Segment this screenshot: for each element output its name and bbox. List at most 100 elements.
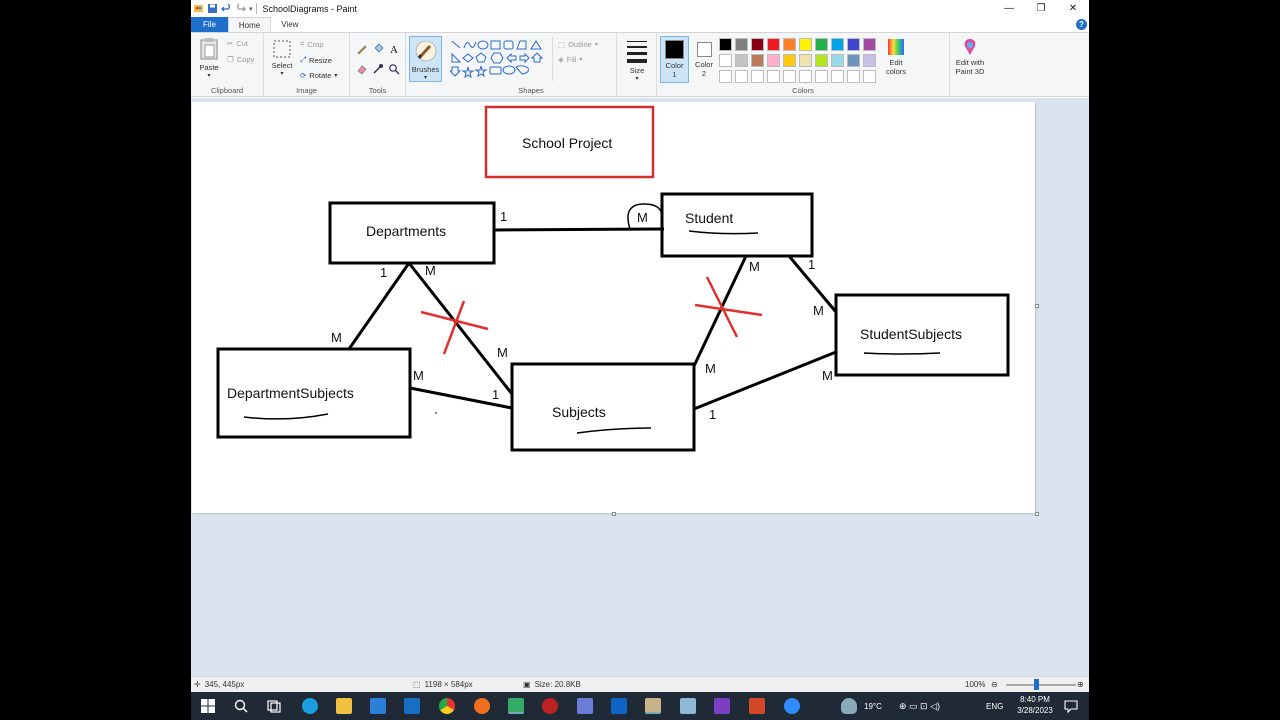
select-button[interactable]: Select ▾ [270,39,294,77]
color-swatch[interactable] [783,54,796,67]
weather-icon[interactable] [841,698,857,714]
custom-color-slot[interactable] [815,70,828,83]
size-chevron-icon[interactable]: ▾ [623,75,651,82]
tab-home[interactable]: Home [227,17,272,32]
canvas-workspace[interactable]: School Project Departments Student Depar… [191,98,1089,676]
resize-handle-corner[interactable] [1035,512,1039,516]
zoom-app-icon[interactable] [784,698,800,714]
color-swatch[interactable] [847,54,860,67]
tab-view[interactable]: View [271,17,308,32]
app-blue-icon[interactable] [577,698,593,714]
zoom-in-icon[interactable]: ⊕ [1077,680,1084,689]
edit-colors-button[interactable]: Edit colors [883,38,909,76]
custom-color-slot[interactable] [783,70,796,83]
firefox-icon[interactable] [474,698,490,714]
color-swatch[interactable] [863,38,876,51]
color-swatch[interactable] [767,38,780,51]
color-swatch[interactable] [719,54,732,67]
color-swatch[interactable] [719,38,732,51]
resize-handle-right[interactable] [1035,304,1039,308]
color-swatch[interactable] [751,38,764,51]
close-button[interactable]: ✕ [1057,0,1089,17]
task-view-icon[interactable] [266,698,282,714]
outlook-icon[interactable] [611,698,627,714]
tab-file[interactable]: File [191,17,228,32]
text-tool-icon[interactable]: A [388,43,400,55]
rotate-button[interactable]: ⟳ Rotate ▾ [300,71,337,80]
outline-button[interactable]: ⬚ Outline ▾ [558,40,598,49]
app-red-icon[interactable] [542,698,558,714]
resize-handle-bottom[interactable] [612,512,616,516]
custom-color-slot[interactable] [735,70,748,83]
paint-taskbar-icon[interactable] [645,698,661,714]
customize-qa-chevron-icon[interactable]: ▾ [249,5,253,13]
save-icon[interactable] [207,3,218,14]
paste-chevron-icon[interactable]: ▾ [197,72,221,79]
color-swatch[interactable] [735,38,748,51]
language-indicator[interactable]: ENG [986,702,1003,711]
notification-icon[interactable] [1063,698,1079,714]
drawing-canvas[interactable]: School Project Departments Student Depar… [192,102,1035,513]
color-swatch[interactable] [815,38,828,51]
custom-color-slot[interactable] [751,70,764,83]
visual-studio-icon[interactable] [714,698,730,714]
custom-color-slot[interactable] [831,70,844,83]
store-icon[interactable] [370,698,386,714]
edit-with-paint3d-button[interactable]: Edit with Paint 3D [951,38,989,76]
zoom-slider[interactable] [1006,684,1076,686]
color-swatch[interactable] [751,54,764,67]
maximize-button[interactable]: ❐ [1025,0,1057,17]
color-swatch[interactable] [863,54,876,67]
fill-bucket-icon[interactable] [372,43,384,55]
magnifier-icon[interactable] [388,63,400,75]
color-swatch[interactable] [815,54,828,67]
system-tray-icons[interactable]: ⊕ ▭ ⊡ ◁) [899,701,940,712]
color1-button[interactable]: Color 1 [660,36,689,83]
powerpoint-icon[interactable] [749,698,765,714]
mail-icon[interactable] [404,698,420,714]
notepad-icon[interactable] [680,698,696,714]
cut-button[interactable]: ✂ Cut [227,39,248,48]
paste-button[interactable]: Paste ▾ [197,37,221,79]
color2-button[interactable]: Color 2 [691,36,717,83]
undo-icon[interactable] [221,3,232,14]
color-swatch[interactable] [847,38,860,51]
custom-color-slot[interactable] [719,70,732,83]
color-swatch[interactable] [783,38,796,51]
help-icon[interactable]: ? [1076,19,1087,30]
color-swatch[interactable] [831,38,844,51]
color-swatch[interactable] [799,54,812,67]
zoom-out-icon[interactable]: ⊖ [991,680,998,689]
windows-start-icon[interactable] [200,698,216,714]
size-button[interactable]: Size ▾ [623,38,651,82]
brushes-button[interactable]: Brushes ▾ [409,36,442,82]
brushes-chevron-icon[interactable]: ▾ [410,74,441,81]
custom-color-slot[interactable] [799,70,812,83]
color-swatch[interactable] [767,54,780,67]
copy-button[interactable]: ❐ Copy [227,55,254,64]
resize-button[interactable]: ⤢ Resize [300,55,332,65]
file-explorer-icon[interactable] [336,698,352,714]
pycharm-icon[interactable] [508,698,524,714]
select-chevron-icon[interactable]: ▾ [270,70,294,77]
minimize-button[interactable]: — [993,0,1025,17]
custom-color-slot[interactable] [847,70,860,83]
search-icon[interactable] [233,698,249,714]
color-swatch[interactable] [831,54,844,67]
custom-color-slot[interactable] [863,70,876,83]
color-swatch[interactable] [735,54,748,67]
redo-icon[interactable] [235,3,246,14]
edge-icon[interactable] [302,698,318,714]
eraser-icon[interactable] [356,63,368,75]
taskbar-clock[interactable]: 8:40 PM 3/28/2023 [1013,695,1057,715]
pencil-icon[interactable] [356,43,368,55]
custom-color-slot[interactable] [767,70,780,83]
zoom-slider-thumb[interactable] [1034,679,1039,690]
shapes-gallery[interactable] [450,39,550,79]
color-swatch[interactable] [799,38,812,51]
chrome-icon[interactable] [439,698,455,714]
rotate-chevron-icon[interactable]: ▾ [334,72,337,79]
fill-button[interactable]: ◈ Fill ▾ [558,55,582,64]
crop-button[interactable]: ⌗ Crop [300,39,324,49]
color-picker-icon[interactable] [372,63,384,75]
